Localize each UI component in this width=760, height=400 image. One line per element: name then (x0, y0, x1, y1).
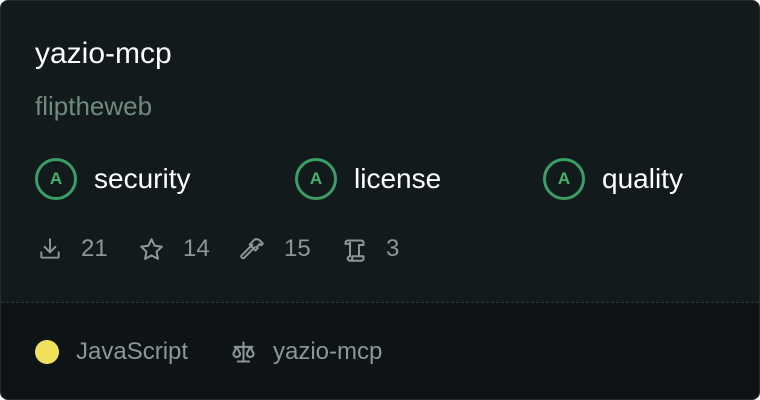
license-label: yazio-mcp (273, 338, 383, 365)
stat-stars: 14 (138, 231, 210, 267)
package-name[interactable]: yazio-mcp (35, 35, 172, 73)
score-label: license (354, 163, 442, 194)
license-tag: yazio-mcp (230, 335, 382, 369)
language-label: JavaScript (76, 338, 189, 365)
score-label: security (94, 163, 191, 194)
stat-readme: 3 (341, 231, 399, 267)
stat-tools: 15 (239, 231, 311, 267)
grade-badge: A (543, 158, 585, 200)
download-count: 21 (81, 235, 108, 262)
hammer-icon (240, 237, 264, 259)
language-color-dot (35, 340, 59, 364)
language-tag: JavaScript (35, 335, 188, 369)
download-icon (40, 238, 60, 259)
card-footer: JavaScript yazio-mcp (1, 303, 759, 399)
scroll-icon (344, 238, 365, 262)
grade-badge: A (295, 158, 337, 200)
package-card[interactable]: yazio-mcp fliptheweb A security A licens… (0, 0, 760, 400)
star-count: 14 (183, 235, 210, 262)
score-security: A security (35, 155, 190, 203)
tool-count: 15 (284, 235, 311, 262)
grade-badge: A (35, 158, 77, 200)
readme-count: 3 (386, 235, 400, 262)
star-icon (140, 237, 163, 260)
stat-downloads: 21 (37, 231, 108, 267)
score-license: A license (295, 155, 441, 203)
card-body: yazio-mcp fliptheweb A security A licens… (1, 1, 759, 302)
score-label: quality (602, 163, 683, 194)
package-owner[interactable]: fliptheweb (35, 89, 152, 123)
scale-icon (232, 340, 255, 363)
score-quality: A quality (543, 155, 683, 203)
